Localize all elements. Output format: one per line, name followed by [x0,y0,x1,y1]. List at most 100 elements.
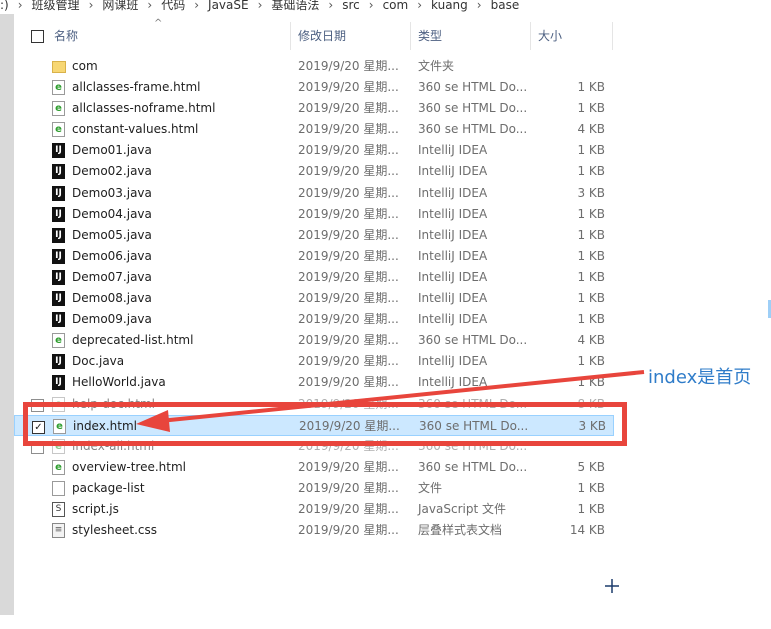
breadcrumb-separator-icon: › [194,0,200,12]
file-type: IntelliJ IDEA [418,185,488,200]
breadcrumb-separator-icon: › [328,0,334,12]
file-row[interactable]: IJ Demo03.java 2019/9/20 星期... IntelliJ IDE… [14,183,614,204]
breadcrumb-separator-icon: › [88,0,94,12]
file-row[interactable]: e allclasses-frame.html 2019/9/20 星期... 360… [14,77,614,98]
file-row[interactable]: package-list 2019/9/20 星期... 文件 1 KB [14,478,614,499]
breadcrumb-item[interactable]: src [342,0,360,11]
file-name: Demo09.java [72,312,152,327]
file-row[interactable]: IJ Demo09.java 2019/9/20 星期... IntelliJ IDE… [14,309,614,330]
column-divider[interactable] [612,22,613,50]
file-name: deprecated-list.html [72,333,194,348]
file-size: 1 KB [577,501,605,516]
breadcrumb-separator-icon: › [476,0,482,12]
breadcrumb-item[interactable]: 网课班 [102,0,138,11]
file-size: 4 KB [577,333,605,348]
file-size: 1 KB [577,354,605,369]
file-row[interactable]: Sscript.js 2019/9/20 星期... JavaScript 文件 1 … [14,499,614,520]
file-modified: 2019/9/20 星期... [298,480,399,495]
file-size: 1 KB [577,143,605,158]
html-file-icon: e [52,459,65,475]
file-row[interactable]: IJ Demo06.java 2019/9/20 星期... IntelliJ IDE… [14,246,614,267]
breadcrumb-separator-icon: › [147,0,153,12]
file-type: 360 se HTML Do... [418,101,528,116]
highlight-box [23,402,627,446]
file-row[interactable]: IJ Doc.java 2019/9/20 星期... IntelliJ IDEA 1 … [14,351,614,372]
select-all-checkbox[interactable] [31,30,44,43]
breadcrumb-item[interactable]: 基础语法 [271,0,319,11]
file-name: allclasses-noframe.html [72,101,216,116]
file-row[interactable]: IJ Demo05.java 2019/9/20 星期... IntelliJ IDE… [14,225,614,246]
breadcrumb-item[interactable]: kuang [431,0,468,11]
intellij-file-icon: IJ [52,354,65,370]
breadcrumb-separator-icon: › [368,0,374,12]
intellij-file-icon: IJ [52,375,65,391]
file-modified: 2019/9/20 星期... [298,354,399,369]
file-type: IntelliJ IDEA [418,269,488,284]
file-type: 360 se HTML Do... [418,333,528,348]
breadcrumb-item[interactable]: 班级管理 [32,0,80,11]
file-type: IntelliJ IDEA [418,164,488,179]
file-name: allclasses-frame.html [72,80,201,95]
file-size: 3 KB [577,185,605,200]
file-size: 1 KB [577,227,605,242]
column-header-type[interactable]: 类型 [418,22,528,50]
breadcrumb: :) › 班级管理 › 网课班 › 代码 › JavaSE › 基础语法 › src › com › kuang… [0,0,771,14]
breadcrumb-item[interactable]: base [491,0,520,11]
folder-icon [52,61,66,73]
file-modified: 2019/9/20 星期... [298,80,399,95]
file-row[interactable]: e allclasses-noframe.html 2019/9/20 星期... 3… [14,98,614,119]
css-file-icon: ≡ [52,523,65,539]
file-size: 1 KB [577,206,605,221]
intellij-file-icon: IJ [52,143,65,159]
file-name: HelloWorld.java [72,375,166,390]
file-size: 4 KB [577,122,605,137]
file-modified: 2019/9/20 星期... [298,375,399,390]
breadcrumb-item[interactable]: JavaSE [208,0,249,11]
file-size: 1 KB [577,291,605,306]
breadcrumb-item[interactable]: :) [0,0,9,11]
column-header-size[interactable]: 大小 [538,22,608,50]
html-file-icon: e [52,122,65,138]
intellij-file-icon: IJ [52,164,65,180]
column-divider[interactable] [530,22,531,50]
file-row[interactable]: ≡ stylesheet.css 2019/9/20 星期... 层叠样式表文档 14 … [14,520,614,541]
file-type: IntelliJ IDEA [418,312,488,327]
file-modified: 2019/9/20 星期... [298,312,399,327]
file-row[interactable]: IJ Demo01.java 2019/9/20 星期... IntelliJ IDE… [14,140,614,161]
file-name: Demo03.java [72,185,152,200]
file-row[interactable]: IJ Demo08.java 2019/9/20 星期... IntelliJ IDE… [14,288,614,309]
file-size: 1 KB [577,312,605,327]
file-type: IntelliJ IDEA [418,354,488,369]
file-name: constant-values.html [72,122,199,137]
file-row[interactable]: e deprecated-list.html 2019/9/20 星期... 360 … [14,330,614,351]
breadcrumb-item[interactable]: com [383,0,409,11]
file-row[interactable]: com 2019/9/20 星期... 文件夹 [14,56,614,77]
file-modified: 2019/9/20 星期... [298,291,399,306]
file-modified: 2019/9/20 星期... [298,333,399,348]
file-type: IntelliJ IDEA [418,206,488,221]
file-row[interactable]: e overview-tree.html 2019/9/20 星期... 360 se… [14,457,614,478]
intellij-file-icon: IJ [52,185,65,201]
file-name: Demo01.java [72,143,152,158]
column-divider[interactable] [290,22,291,50]
breadcrumb-item[interactable]: 代码 [161,0,185,11]
column-header-modified[interactable]: 修改日期 [298,22,408,50]
file-row[interactable]: IJ HelloWorld.java 2019/9/20 星期... IntelliJ… [14,372,614,393]
file-modified: 2019/9/20 星期... [298,164,399,179]
file-type: 层叠样式表文档 [418,523,503,538]
file-modified: 2019/9/20 星期... [298,523,399,538]
column-header-name[interactable]: 名称 [54,22,286,50]
file-size: 1 KB [577,375,605,390]
file-modified: 2019/9/20 星期... [298,101,399,116]
column-divider[interactable] [410,22,411,50]
file-name: package-list [72,480,145,495]
file-row[interactable]: IJ Demo04.java 2019/9/20 星期... IntelliJ IDE… [14,204,614,225]
file-name: Demo05.java [72,227,152,242]
file-size: 1 KB [577,80,605,95]
file-row[interactable]: IJ Demo02.java 2019/9/20 星期... IntelliJ IDE… [14,161,614,182]
file-row[interactable]: e constant-values.html 2019/9/20 星期... 360 … [14,119,614,140]
file-modified: 2019/9/20 星期... [298,501,399,516]
file-modified: 2019/9/20 星期... [298,227,399,242]
file-row[interactable]: IJ Demo07.java 2019/9/20 星期... IntelliJ IDE… [14,267,614,288]
file-modified: 2019/9/20 星期... [298,122,399,137]
